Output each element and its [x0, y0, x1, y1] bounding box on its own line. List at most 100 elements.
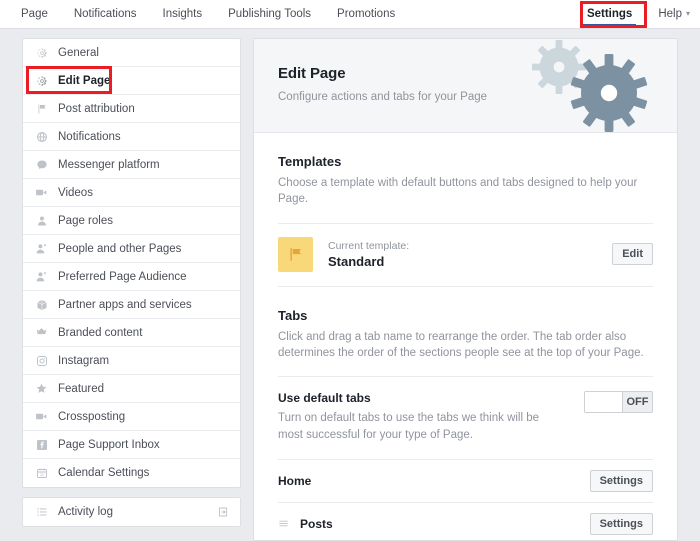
sidebar-item-preferred-page-audience[interactable]: Preferred Page Audience: [23, 263, 240, 291]
use-default-tabs-row: Use default tabs Turn on default tabs to…: [278, 377, 653, 459]
sidebar-item-label: Calendar Settings: [58, 467, 150, 479]
tab-row-posts: Posts Settings: [278, 501, 653, 540]
use-default-tabs-toggle[interactable]: OFF: [584, 391, 653, 414]
instagram-icon: [34, 355, 49, 367]
nav-label: Publishing Tools: [228, 8, 312, 20]
tabs-description: Click and drag a tab name to rearrange t…: [278, 330, 644, 359]
sidebar-item-edit-page[interactable]: Edit Page: [23, 67, 240, 95]
branded-content-icon: [34, 326, 49, 339]
drag-handle-icon[interactable]: [278, 518, 300, 529]
sidebar-item-label: Notifications: [58, 130, 121, 143]
sidebar-item-featured[interactable]: Featured: [23, 375, 240, 403]
toggle-state-label: OFF: [623, 392, 652, 413]
tab-name: Posts: [300, 516, 333, 531]
sidebar-item-activity-log[interactable]: Activity log: [23, 498, 240, 526]
person-star-icon: [34, 270, 49, 283]
sidebar-item-notifications[interactable]: Notifications: [23, 123, 240, 151]
sidebar-item-label: Featured: [58, 382, 105, 395]
current-template-label: Current template:: [328, 239, 410, 252]
star-icon: [34, 382, 49, 395]
sidebar-item-label: Page Support Inbox: [58, 438, 160, 451]
sidebar-item-label: Branded content: [58, 326, 143, 339]
package-box-icon: [34, 299, 49, 311]
nav-item-settings[interactable]: Settings: [574, 0, 645, 28]
person-star-icon: [34, 242, 49, 255]
sidebar-item-general[interactable]: General: [23, 39, 240, 67]
sidebar-item-branded-content[interactable]: Branded content: [23, 319, 240, 347]
globe-icon: [34, 131, 49, 143]
page-body: General Edit Page Post attribution Notif…: [0, 29, 700, 541]
tab-name: Home: [278, 473, 312, 488]
page-header: Edit Page Configure actions and tabs for…: [254, 39, 677, 133]
gears-icon: [511, 39, 671, 132]
template-info: Current template: Standard: [328, 240, 612, 269]
templates-description: Choose a template with default buttons a…: [278, 177, 638, 206]
video-camera-icon: [34, 410, 49, 423]
use-default-tabs-text: Use default tabs Turn on default tabs to…: [278, 391, 584, 443]
sidebar-item-videos[interactable]: Videos: [23, 179, 240, 207]
sidebar-item-label: Edit Page: [58, 74, 111, 87]
settings-sidebar: General Edit Page Post attribution Notif…: [22, 38, 241, 527]
chevron-down-icon: ▾: [685, 9, 690, 18]
tabs-section: Tabs Click and drag a tab name to rearra…: [254, 287, 677, 540]
sidebar-item-label: Page roles: [58, 214, 113, 227]
top-navigation-bar: Page Notifications Insights Publishing T…: [0, 0, 700, 29]
nav-label: Settings: [586, 8, 633, 20]
templates-section: Templates Choose a template with default…: [254, 133, 677, 287]
sidebar-item-messenger-platform[interactable]: Messenger platform: [23, 151, 240, 179]
nav-label: Insights: [162, 8, 203, 20]
toggle-knob: [585, 392, 623, 413]
tab-settings-button[interactable]: Settings: [589, 512, 653, 535]
use-default-tabs-description: Turn on default tabs to use the tabs we …: [278, 412, 540, 441]
sidebar-item-label: Messenger platform: [58, 158, 160, 171]
tab-row-home: Home Settings: [278, 458, 653, 502]
sidebar-item-page-support-inbox[interactable]: Page Support Inbox: [23, 431, 240, 459]
nav-item-help[interactable]: Help ▾: [645, 0, 700, 28]
sidebar-item-label: People and other Pages: [58, 242, 182, 255]
calendar-icon: [34, 467, 49, 479]
current-template-row: Current template: Standard Edit: [278, 224, 653, 286]
main-content-panel: Edit Page Configure actions and tabs for…: [253, 38, 678, 541]
sidebar-item-instagram[interactable]: Instagram: [23, 347, 240, 375]
nav-item-insights[interactable]: Insights: [150, 0, 216, 28]
sidebar-item-label: Partner apps and services: [58, 298, 192, 311]
nav-item-page[interactable]: Page: [8, 0, 61, 28]
activity-log-card: Activity log: [22, 497, 241, 527]
use-default-tabs-title: Use default tabs: [278, 391, 371, 406]
activity-log-left: Activity log: [34, 506, 113, 518]
sidebar-item-label: General: [58, 46, 99, 59]
video-camera-icon: [34, 186, 49, 199]
external-link-icon: [217, 506, 229, 518]
sidebar-item-label: Videos: [58, 186, 93, 199]
edit-template-button[interactable]: Edit: [612, 243, 653, 266]
sidebar-item-label: Activity log: [58, 506, 113, 518]
nav-item-publishing-tools[interactable]: Publishing Tools: [215, 0, 324, 28]
nav-label: Notifications: [73, 8, 137, 20]
sidebar-item-label: Crossposting: [58, 410, 126, 423]
nav-label: Help: [658, 8, 682, 20]
template-flag-icon: [278, 236, 313, 272]
templates-title: Templates: [278, 154, 342, 169]
sidebar-item-page-roles[interactable]: Page roles: [23, 207, 240, 235]
nav-label: Page: [21, 8, 48, 20]
sidebar-item-people-and-other-pages[interactable]: People and other Pages: [23, 235, 240, 263]
sidebar-item-label: Preferred Page Audience: [58, 270, 187, 283]
nav-item-promotions[interactable]: Promotions: [324, 0, 408, 28]
sidebar-item-label: Instagram: [58, 354, 110, 367]
sidebar-item-post-attribution[interactable]: Post attribution: [23, 95, 240, 123]
sidebar-item-crossposting[interactable]: Crossposting: [23, 403, 240, 431]
nav-item-notifications[interactable]: Notifications: [61, 0, 150, 28]
sidebar-item-label: Post attribution: [58, 102, 135, 115]
facebook-icon: [34, 439, 49, 451]
sidebar-menu-card: General Edit Page Post attribution Notif…: [22, 38, 241, 488]
current-template-name: Standard: [328, 253, 385, 269]
sidebar-item-partner-apps-and-services[interactable]: Partner apps and services: [23, 291, 240, 319]
gear-icon: [34, 47, 49, 59]
sidebar-item-calendar-settings[interactable]: Calendar Settings: [23, 459, 240, 487]
tab-settings-button[interactable]: Settings: [589, 469, 653, 492]
active-tab-underline: [582, 24, 637, 26]
list-icon: [34, 506, 49, 518]
nav-label: Promotions: [337, 8, 396, 20]
flag-icon: [34, 103, 49, 115]
